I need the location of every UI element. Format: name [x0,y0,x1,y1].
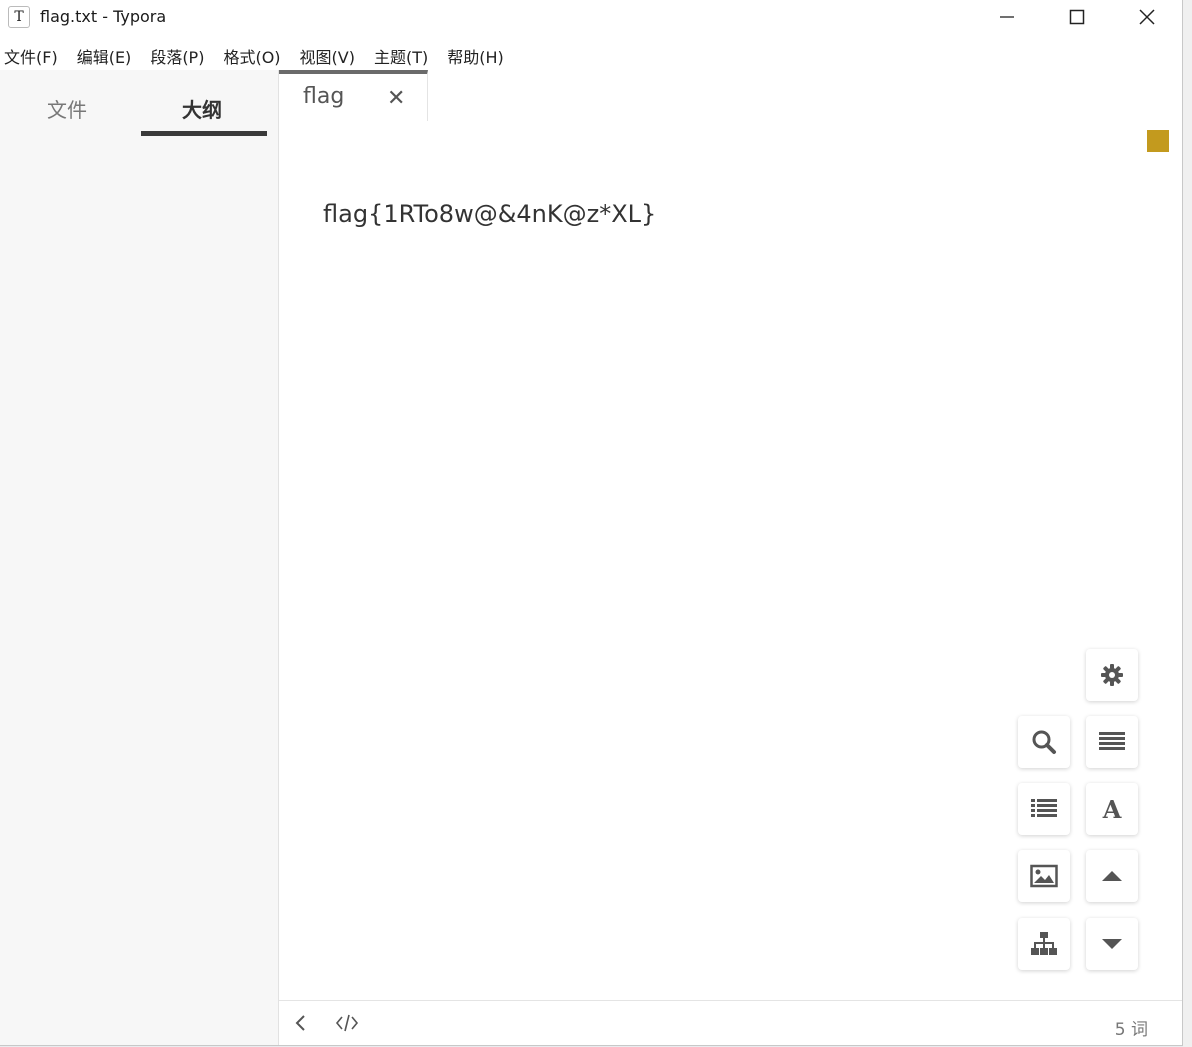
close-window-button[interactable] [1112,0,1182,34]
toggle-sidebar-button[interactable] [293,1013,309,1037]
menu-bar: 文件(F) 编辑(E) 段落(P) 格式(O) 视图(V) 主题(T) 帮助(H… [0,40,1182,70]
image-icon [1030,864,1058,888]
typora-app-icon: T [8,6,30,28]
menu-help[interactable]: 帮助(H) [447,40,504,70]
code-icon [335,1014,359,1032]
status-bar: 5 词 [279,1000,1182,1045]
typora-window: T flag.txt - Typora 文件(F) 编辑(E) 段落(P) 格式… [0,0,1183,1046]
settings-button[interactable] [1086,649,1138,701]
menu-edit[interactable]: 编辑(E) [77,40,132,70]
menu-view[interactable]: 视图(V) [300,40,355,70]
svg-text:A: A [1102,796,1122,822]
title-bar: T flag.txt - Typora [0,0,1182,36]
sidebar-tab-outline[interactable]: 大纲 [182,94,222,123]
menu-theme[interactable]: 主题(T) [374,40,428,70]
paragraph-button[interactable] [1086,716,1138,768]
word-count[interactable]: 5 词 [1115,1015,1148,1040]
document-tab-label: flag [303,84,345,109]
arrow-down-icon [1102,939,1122,949]
paragraph-icon [1099,732,1125,750]
maximize-icon [1069,9,1085,25]
menu-file[interactable]: 文件(F) [4,40,58,70]
search-icon [1032,730,1056,754]
gear-icon [1101,664,1123,686]
close-icon [1139,9,1155,25]
document-tree-button[interactable] [1018,918,1070,970]
tab-close-icon[interactable]: ✕ [387,86,405,111]
list-icon [1031,799,1057,817]
document-text[interactable]: flag{1RTo8w@&4nK@z*XL} [323,200,656,228]
search-button[interactable] [1018,716,1070,768]
outline-list-button[interactable] [1018,783,1070,835]
minimize-button[interactable] [972,0,1042,34]
editor-area[interactable]: flag{1RTo8w@&4nK@z*XL} A [279,122,1182,1000]
background-window-strip [1183,0,1192,1047]
chevron-left-icon [295,1015,305,1031]
scroll-up-button[interactable] [1086,850,1138,902]
menu-paragraph[interactable]: 段落(P) [150,40,204,70]
window-title: flag.txt - Typora [40,7,167,26]
minimize-icon [1000,16,1014,18]
arrow-up-icon [1102,871,1122,881]
source-code-mode-button[interactable] [335,1013,359,1037]
font-button[interactable]: A [1086,783,1138,835]
font-icon: A [1102,796,1122,822]
document-tab[interactable]: flag ✕ [279,70,428,121]
sidebar-tab-files[interactable]: 文件 [47,94,87,123]
menu-format[interactable]: 格式(O) [223,40,280,70]
scroll-down-button[interactable] [1086,918,1138,970]
sidebar: 文件 大纲 [0,70,279,1045]
tree-icon [1031,932,1057,955]
active-tab-indicator [141,131,267,136]
document-tab-bar: flag ✕ [279,70,1182,123]
insert-image-button[interactable] [1018,850,1070,902]
maximize-button[interactable] [1042,0,1112,34]
sync-status-indicator [1147,130,1169,152]
